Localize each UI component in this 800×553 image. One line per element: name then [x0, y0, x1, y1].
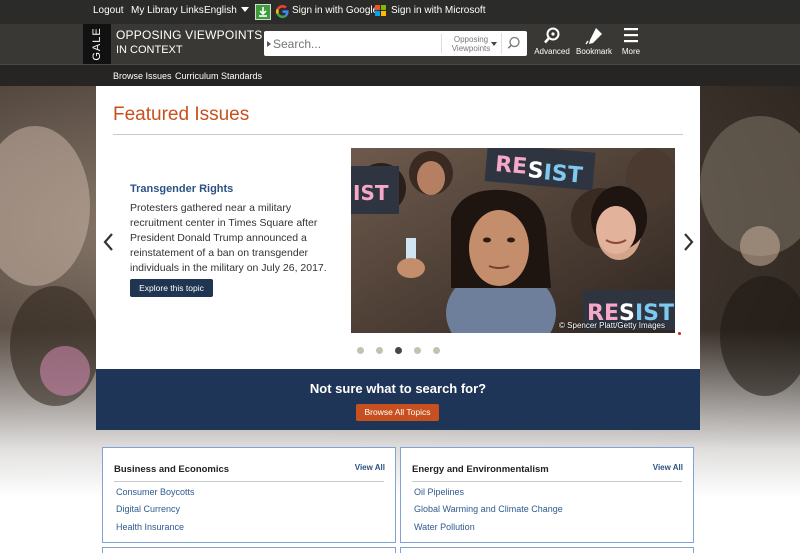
advanced-label: Advanced [534, 47, 570, 56]
more-label: More [621, 47, 641, 56]
svg-text:S: S [527, 158, 545, 184]
search-input[interactable] [273, 34, 433, 53]
google-signin-link[interactable]: Sign in with Google [292, 5, 378, 16]
svg-text:IST: IST [543, 160, 584, 188]
photo-credit: © Spencer Platt/Getty Images [559, 321, 665, 330]
category-item-link[interactable]: Digital Currency [116, 504, 180, 514]
divider [113, 134, 683, 135]
featured-issues-panel: Featured Issues Transgender Rights Prote… [96, 86, 700, 369]
category-card-partial [102, 547, 396, 553]
category-title: Energy and Environmentalism [412, 464, 549, 475]
product-title-line1: OPPOSING VIEWPOINTS [116, 28, 263, 42]
view-all-link[interactable]: View All [653, 463, 683, 472]
carousel-dot-2[interactable] [376, 347, 383, 354]
divider [412, 481, 682, 482]
svg-text:IST: IST [353, 181, 389, 205]
category-item-link[interactable]: Health Insurance [116, 522, 184, 532]
topic-description: Protesters gathered near a military recr… [130, 202, 327, 274]
language-label: English [204, 5, 237, 16]
chevron-down-icon [491, 42, 497, 46]
category-card-partial [400, 547, 694, 553]
logout-link[interactable]: Logout [93, 5, 124, 16]
sub-navigation: Browse Issues Curriculum Standards [0, 64, 800, 86]
carousel-dot-3[interactable] [395, 347, 402, 354]
search-icon [507, 36, 520, 49]
featured-photo[interactable]: RE S IST IST RE S IST © Spencer Platt/Ge… [351, 148, 675, 333]
carousel-dot-5[interactable] [433, 347, 440, 354]
indicator-dot [678, 332, 681, 335]
bookmark-label: Bookmark [575, 47, 612, 56]
my-library-links[interactable]: My Library Links [131, 5, 204, 16]
category-card-energy: Energy and Environmentalism View All Oil… [400, 447, 694, 543]
category-item-link[interactable]: Global Warming and Climate Change [414, 504, 563, 514]
gale-logo-text: GALE [91, 27, 103, 61]
more-menu-button[interactable]: More [609, 27, 653, 56]
main-header: GALE OPPOSING VIEWPOINTS IN CONTEXT Oppo… [0, 24, 800, 64]
category-card-business: Business and Economics View All Consumer… [102, 447, 396, 543]
band-title: Not sure what to search for? [309, 381, 487, 396]
advanced-search-button[interactable]: Advanced [530, 27, 574, 56]
svg-text:RE: RE [494, 152, 528, 180]
explore-topic-button[interactable]: Explore this topic [130, 279, 213, 297]
download-icon[interactable] [255, 4, 271, 20]
microsoft-signin-link[interactable]: Sign in with Microsoft [391, 5, 485, 16]
divider [114, 481, 384, 482]
topic-title[interactable]: Transgender Rights [130, 183, 233, 195]
product-title-line2: IN CONTEXT [116, 44, 183, 56]
microsoft-icon [375, 5, 387, 17]
category-item-link[interactable]: Consumer Boycotts [116, 487, 195, 497]
curriculum-standards-link[interactable]: Curriculum Standards [175, 71, 262, 81]
product-title[interactable]: OPPOSING VIEWPOINTS IN CONTEXT [116, 28, 263, 58]
carousel-next-arrow-icon[interactable] [683, 232, 695, 252]
browse-topics-band: Not sure what to search for? Browse All … [96, 369, 700, 430]
carousel-dot-1[interactable] [357, 347, 364, 354]
bookmark-icon [585, 28, 602, 45]
carousel-dot-4[interactable] [414, 347, 421, 354]
search-scope-dropdown[interactable]: Opposing Viewpoints [441, 34, 500, 53]
browse-all-topics-button[interactable]: Browse All Topics [356, 404, 439, 421]
browse-issues-link[interactable]: Browse Issues [113, 71, 172, 81]
featured-issues-title: Featured Issues [113, 104, 250, 125]
caret-right-icon [267, 41, 271, 47]
search-box: Opposing Viewpoints [264, 31, 527, 56]
chevron-down-icon [240, 7, 249, 12]
advanced-search-icon [544, 27, 560, 44]
search-button[interactable] [501, 33, 524, 54]
top-utility-bar: Logout My Library Links English Sign in … [0, 0, 800, 24]
protest-photo-illustration: RE S IST IST RE S IST [351, 148, 675, 333]
carousel-prev-arrow-icon[interactable] [102, 232, 114, 252]
category-item-link[interactable]: Water Pollution [414, 522, 475, 532]
category-title: Business and Economics [114, 464, 230, 475]
gale-logo[interactable]: GALE [83, 24, 111, 64]
language-selector[interactable]: English [204, 5, 249, 16]
google-icon [276, 5, 289, 18]
hamburger-icon [624, 28, 638, 43]
category-item-link[interactable]: Oil Pipelines [414, 487, 464, 497]
view-all-link[interactable]: View All [355, 463, 385, 472]
